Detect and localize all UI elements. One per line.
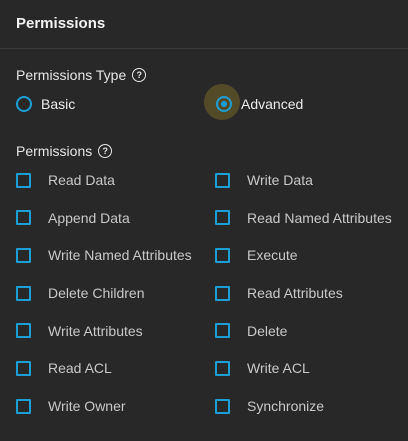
- checkbox-box[interactable]: [16, 285, 31, 301]
- permission-row: Write Named Attributes Execute: [16, 247, 408, 285]
- checkbox-box[interactable]: [215, 247, 230, 263]
- checkbox-label: Append Data: [48, 209, 130, 226]
- checkbox-write-data[interactable]: Write Data: [215, 172, 313, 188]
- checkbox-label: Write Named Attributes: [48, 247, 192, 264]
- checkbox-write-named-attributes[interactable]: Write Named Attributes: [16, 247, 192, 263]
- checkbox-append-data[interactable]: Append Data: [16, 210, 130, 226]
- permission-row: Append Data Read Named Attributes: [16, 210, 408, 248]
- checkbox-box[interactable]: [16, 210, 31, 226]
- radio-basic[interactable]: Basic: [16, 96, 75, 112]
- help-icon[interactable]: ?: [132, 68, 147, 82]
- permissions-type-radio-group: Basic Advanced: [16, 84, 396, 120]
- checkbox-write-owner[interactable]: Write Owner: [16, 398, 126, 414]
- checkbox-box[interactable]: [215, 172, 230, 188]
- checkbox-synchronize[interactable]: Synchronize: [215, 398, 324, 414]
- checkbox-label: Synchronize: [247, 398, 325, 415]
- checkbox-label: Read Attributes: [247, 285, 343, 302]
- checkbox-box[interactable]: [215, 398, 230, 414]
- checkbox-label: Read Named Attributes: [247, 209, 392, 226]
- help-icon[interactable]: ?: [98, 144, 113, 158]
- checkbox-box[interactable]: [16, 398, 31, 414]
- checkbox-box[interactable]: [16, 172, 31, 188]
- checkbox-label: Write Owner: [48, 398, 126, 415]
- checkbox-label: Delete: [247, 322, 288, 339]
- checkbox-label: Read Data: [48, 172, 115, 188]
- checkbox-label: Write Attributes: [48, 322, 143, 339]
- radio-basic-label: Basic: [41, 96, 76, 112]
- checkbox-label: Delete Children: [48, 285, 145, 302]
- checkbox-label: Execute: [247, 247, 298, 264]
- checkbox-read-acl[interactable]: Read ACL: [16, 360, 112, 376]
- title-divider: [0, 48, 408, 49]
- permission-row: Write Attributes Delete: [16, 323, 408, 361]
- permission-row: Read Data Write Data: [16, 172, 408, 210]
- checkbox-read-named-attributes[interactable]: Read Named Attributes: [215, 210, 392, 226]
- checkbox-write-acl[interactable]: Write ACL: [215, 360, 310, 376]
- checkbox-box[interactable]: [16, 323, 31, 339]
- permission-row: Write Owner Synchronize: [16, 398, 408, 436]
- checkbox-box[interactable]: [215, 323, 230, 339]
- permissions-type-label: Permissions Type: [16, 67, 127, 83]
- permissions-label: Permissions: [16, 143, 93, 159]
- checkbox-label: Write ACL: [247, 360, 310, 377]
- checkbox-write-attributes[interactable]: Write Attributes: [16, 323, 143, 339]
- checkbox-delete-children[interactable]: Delete Children: [16, 285, 145, 301]
- radio-advanced[interactable]: Advanced: [204, 84, 304, 120]
- permissions-type-section-label: Permissions Type ?: [16, 67, 147, 83]
- radio-basic-circle[interactable]: [16, 96, 32, 112]
- checkbox-read-data[interactable]: Read Data: [16, 172, 115, 188]
- checkbox-box[interactable]: [215, 360, 230, 376]
- checkbox-box[interactable]: [16, 247, 31, 263]
- permission-row: Delete Children Read Attributes: [16, 285, 408, 323]
- checkbox-label: Read ACL: [48, 360, 112, 377]
- checkbox-read-attributes[interactable]: Read Attributes: [215, 285, 343, 301]
- radio-advanced-circle[interactable]: [216, 96, 232, 112]
- permissions-panel: Permissions Permissions Type ? Basic Adv…: [0, 0, 408, 441]
- permissions-section-label: Permissions ?: [16, 143, 113, 159]
- checkbox-box[interactable]: [215, 285, 230, 301]
- permissions-checkbox-grid: Read Data Write Data Append Data Read Na…: [16, 172, 408, 436]
- checkbox-box[interactable]: [16, 360, 31, 376]
- checkbox-label: Write Data: [247, 172, 313, 188]
- checkbox-delete[interactable]: Delete: [215, 323, 287, 339]
- checkbox-execute[interactable]: Execute: [215, 247, 298, 263]
- permission-row: Read ACL Write ACL: [16, 360, 408, 398]
- checkbox-box[interactable]: [215, 210, 230, 226]
- panel-title: Permissions: [16, 15, 106, 32]
- radio-advanced-control[interactable]: [204, 84, 240, 120]
- radio-advanced-label: Advanced: [241, 96, 304, 112]
